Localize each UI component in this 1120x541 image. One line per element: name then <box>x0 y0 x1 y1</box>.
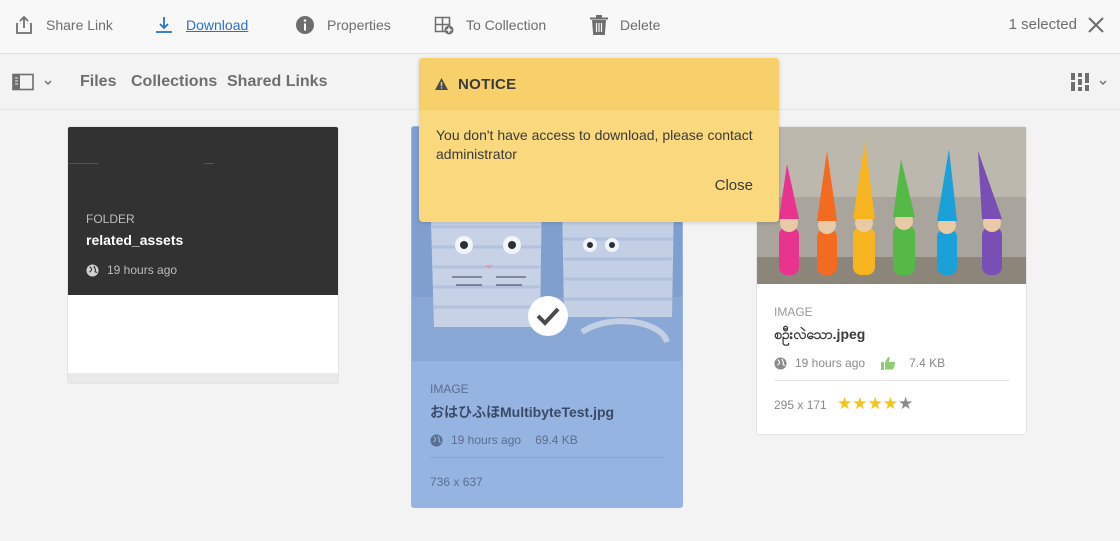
sidebar-icon <box>12 73 34 91</box>
to-collection-button[interactable]: To Collection <box>434 14 546 36</box>
share-link-button[interactable]: Share Link <box>14 14 113 36</box>
card-title: related_assets <box>86 232 184 248</box>
modified-time: 19 hours ago <box>107 263 178 277</box>
star-icon[interactable]: ★ <box>837 394 852 413</box>
alert-icon <box>435 78 448 90</box>
add-to-collection-icon <box>434 16 454 35</box>
card-title: おはひふほMultibyteTest.jpg <box>430 404 615 420</box>
star-rating[interactable]: ★★★★★ <box>837 394 913 414</box>
notice-close-button[interactable]: Close <box>715 177 753 194</box>
rail-toggle-button[interactable] <box>12 73 53 91</box>
delete-button[interactable]: Delete <box>590 14 660 36</box>
image-thumbnail <box>757 127 1026 284</box>
notice-dialog: NOTICE You don't have access to download… <box>419 58 779 222</box>
checkmark-icon <box>536 307 560 326</box>
share-icon <box>16 15 32 34</box>
tab-collections[interactable]: Collections <box>131 73 217 91</box>
globe-icon <box>86 263 99 277</box>
selected-checkmark[interactable] <box>528 296 568 336</box>
divider <box>774 380 1010 381</box>
card-type: FOLDER <box>86 212 135 226</box>
chevron-down-icon <box>1099 80 1107 85</box>
properties-label: Properties <box>327 17 391 33</box>
download-button[interactable]: Download <box>154 14 248 36</box>
notice-message: You don't have access to download, pleas… <box>436 127 753 162</box>
card-meta: 19 hours ago 7.4 KB <box>774 356 945 370</box>
download-icon <box>156 17 172 33</box>
folder-card[interactable]: FOLDER related_assets 19 hours ago <box>67 126 339 384</box>
folder-thumbnail: FOLDER related_assets 19 hours ago <box>68 127 338 295</box>
selected-count: 1 selected <box>1008 16 1077 33</box>
image-card[interactable]: IMAGE စဦးလဲသော.jpeg 19 hours ago 7.4 KB … <box>756 126 1027 435</box>
trash-icon <box>590 15 608 35</box>
divider <box>430 457 664 458</box>
delete-label: Delete <box>620 17 661 33</box>
star-icon[interactable]: ★ <box>883 394 898 413</box>
image-dimensions: 736 x 637 <box>430 475 483 489</box>
globe-icon <box>774 356 787 370</box>
image-dimensions: 295 x 171 <box>774 398 827 412</box>
info-icon <box>296 16 314 34</box>
globe-icon <box>430 433 443 447</box>
download-label: Download <box>186 17 249 33</box>
thumbs-up-icon <box>881 356 896 370</box>
file-size: 69.4 KB <box>535 433 578 447</box>
properties-button[interactable]: Properties <box>295 14 391 36</box>
card-view-icon <box>1071 73 1089 91</box>
star-icon[interactable]: ★ <box>868 394 883 413</box>
close-icon[interactable] <box>1086 15 1106 35</box>
action-bar: Share Link Download Properties To Collec… <box>0 0 1120 54</box>
to-collection-label: To Collection <box>466 17 547 33</box>
tab-files[interactable]: Files <box>80 73 116 91</box>
card-type: IMAGE <box>430 382 469 396</box>
card-type: IMAGE <box>774 305 813 319</box>
notice-title: NOTICE <box>458 75 517 93</box>
card-footer-strip <box>68 373 338 383</box>
view-switcher-button[interactable] <box>1071 73 1108 91</box>
star-icon[interactable]: ★ <box>852 394 867 413</box>
tab-shared-links[interactable]: Shared Links <box>227 73 327 91</box>
card-title: စဦးလဲသော.jpeg <box>774 326 866 342</box>
card-meta: 19 hours ago <box>86 263 177 277</box>
file-size: 7.4 KB <box>909 356 946 370</box>
modified-time: 19 hours ago <box>795 356 866 370</box>
notice-header: NOTICE <box>419 58 779 110</box>
chevron-down-icon <box>44 80 52 85</box>
modified-time: 19 hours ago <box>451 433 522 447</box>
star-icon[interactable]: ★ <box>898 394 913 413</box>
share-link-label: Share Link <box>46 17 113 33</box>
card-meta: 19 hours ago 69.4 KB <box>430 433 578 447</box>
